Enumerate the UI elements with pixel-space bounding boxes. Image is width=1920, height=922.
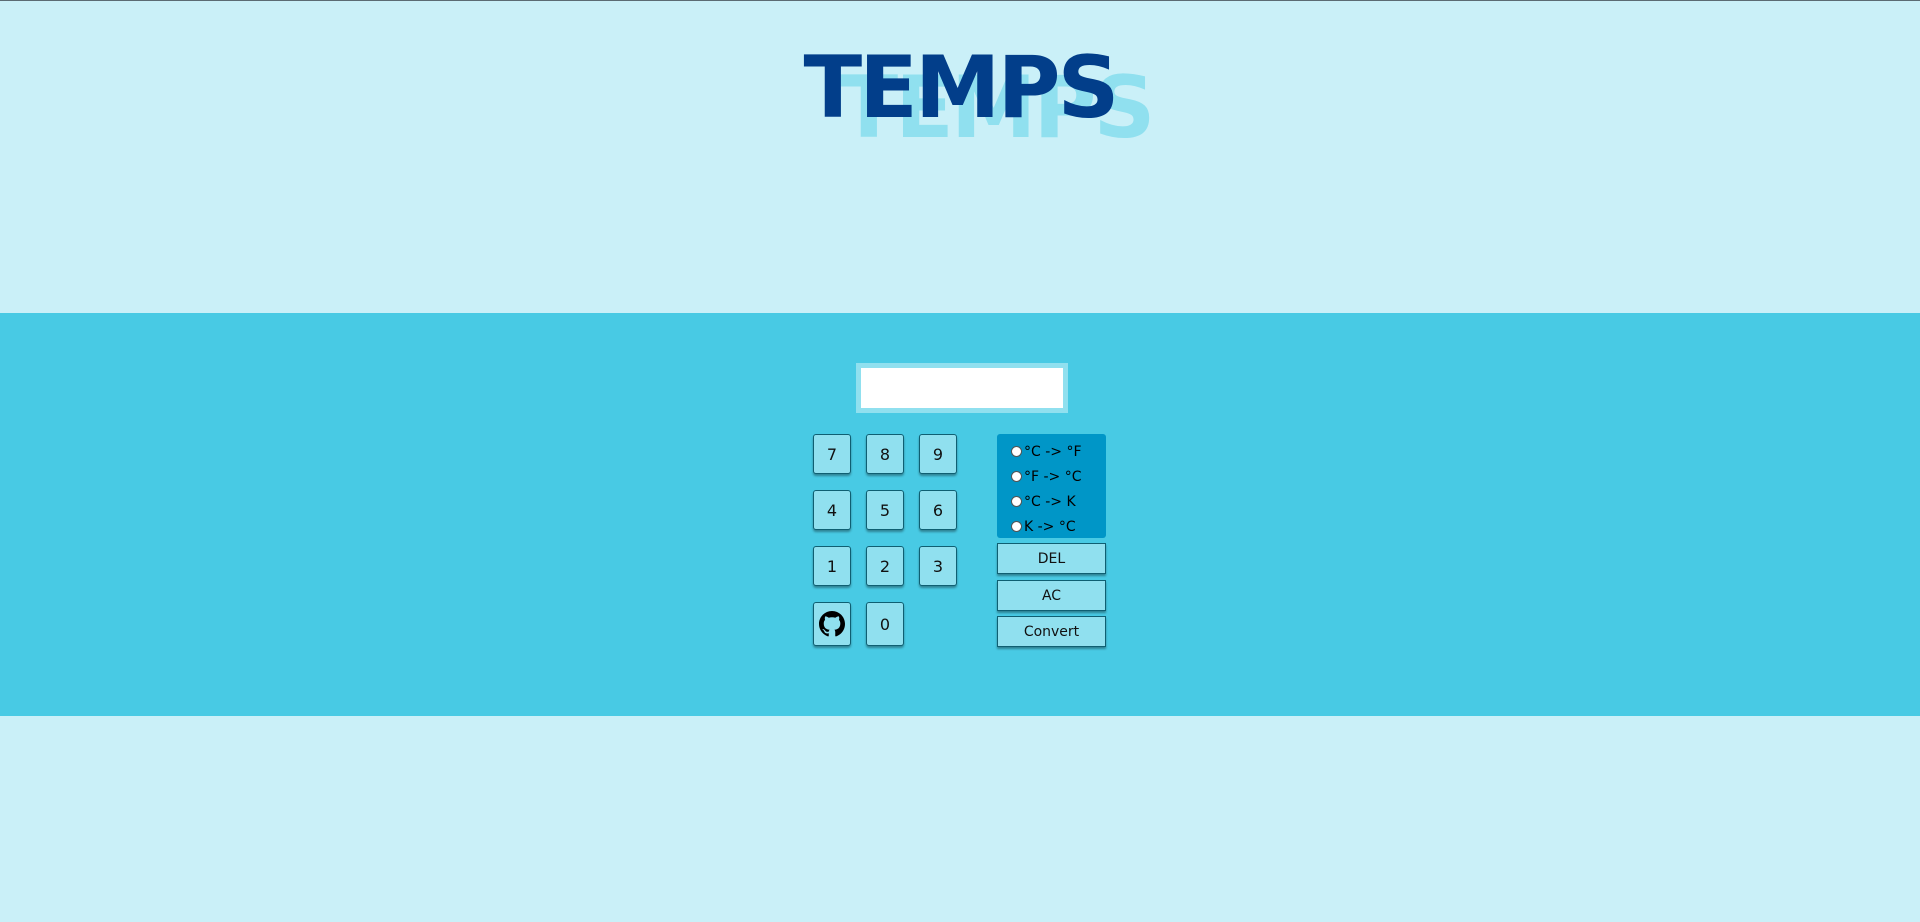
page-title: TEMPS [803,38,1120,138]
key-0[interactable]: 0 [866,602,904,646]
option-k-to-c[interactable]: K -> °C [997,514,1106,539]
radio-button[interactable] [1011,521,1022,532]
display-box [856,363,1068,413]
key-6[interactable]: 6 [919,490,957,530]
key-4[interactable]: 4 [813,490,851,530]
github-link-button[interactable] [813,602,851,646]
radio-button[interactable] [1011,496,1022,507]
option-label: °F -> °C [1024,468,1082,485]
convert-button[interactable]: Convert [997,616,1106,647]
radio-button[interactable] [1011,446,1022,457]
radio-button[interactable] [1011,471,1022,482]
option-label: °C -> °F [1024,443,1082,460]
key-7[interactable]: 7 [813,434,851,474]
hero-section: TEMPS TEMPS [0,1,1920,313]
ac-button[interactable]: AC [997,580,1106,611]
del-button[interactable]: DEL [997,543,1106,574]
option-c-to-f[interactable]: °C -> °F [997,439,1106,464]
key-5[interactable]: 5 [866,490,904,530]
github-icon [819,611,845,637]
key-1[interactable]: 1 [813,546,851,586]
calculator-band: 7 8 9 4 5 6 1 2 3 0 °C -> °F °F -> °C °C… [0,313,1920,716]
option-label: °C -> K [1024,493,1076,510]
option-f-to-c[interactable]: °F -> °C [997,464,1106,489]
conversion-options: °C -> °F °F -> °C °C -> K K -> °C [997,434,1106,538]
key-3[interactable]: 3 [919,546,957,586]
key-9[interactable]: 9 [919,434,957,474]
key-2[interactable]: 2 [866,546,904,586]
temperature-input[interactable] [861,368,1063,408]
key-8[interactable]: 8 [866,434,904,474]
option-c-to-k[interactable]: °C -> K [997,489,1106,514]
option-label: K -> °C [1024,518,1076,535]
title-wrap: TEMPS TEMPS [0,45,1920,155]
